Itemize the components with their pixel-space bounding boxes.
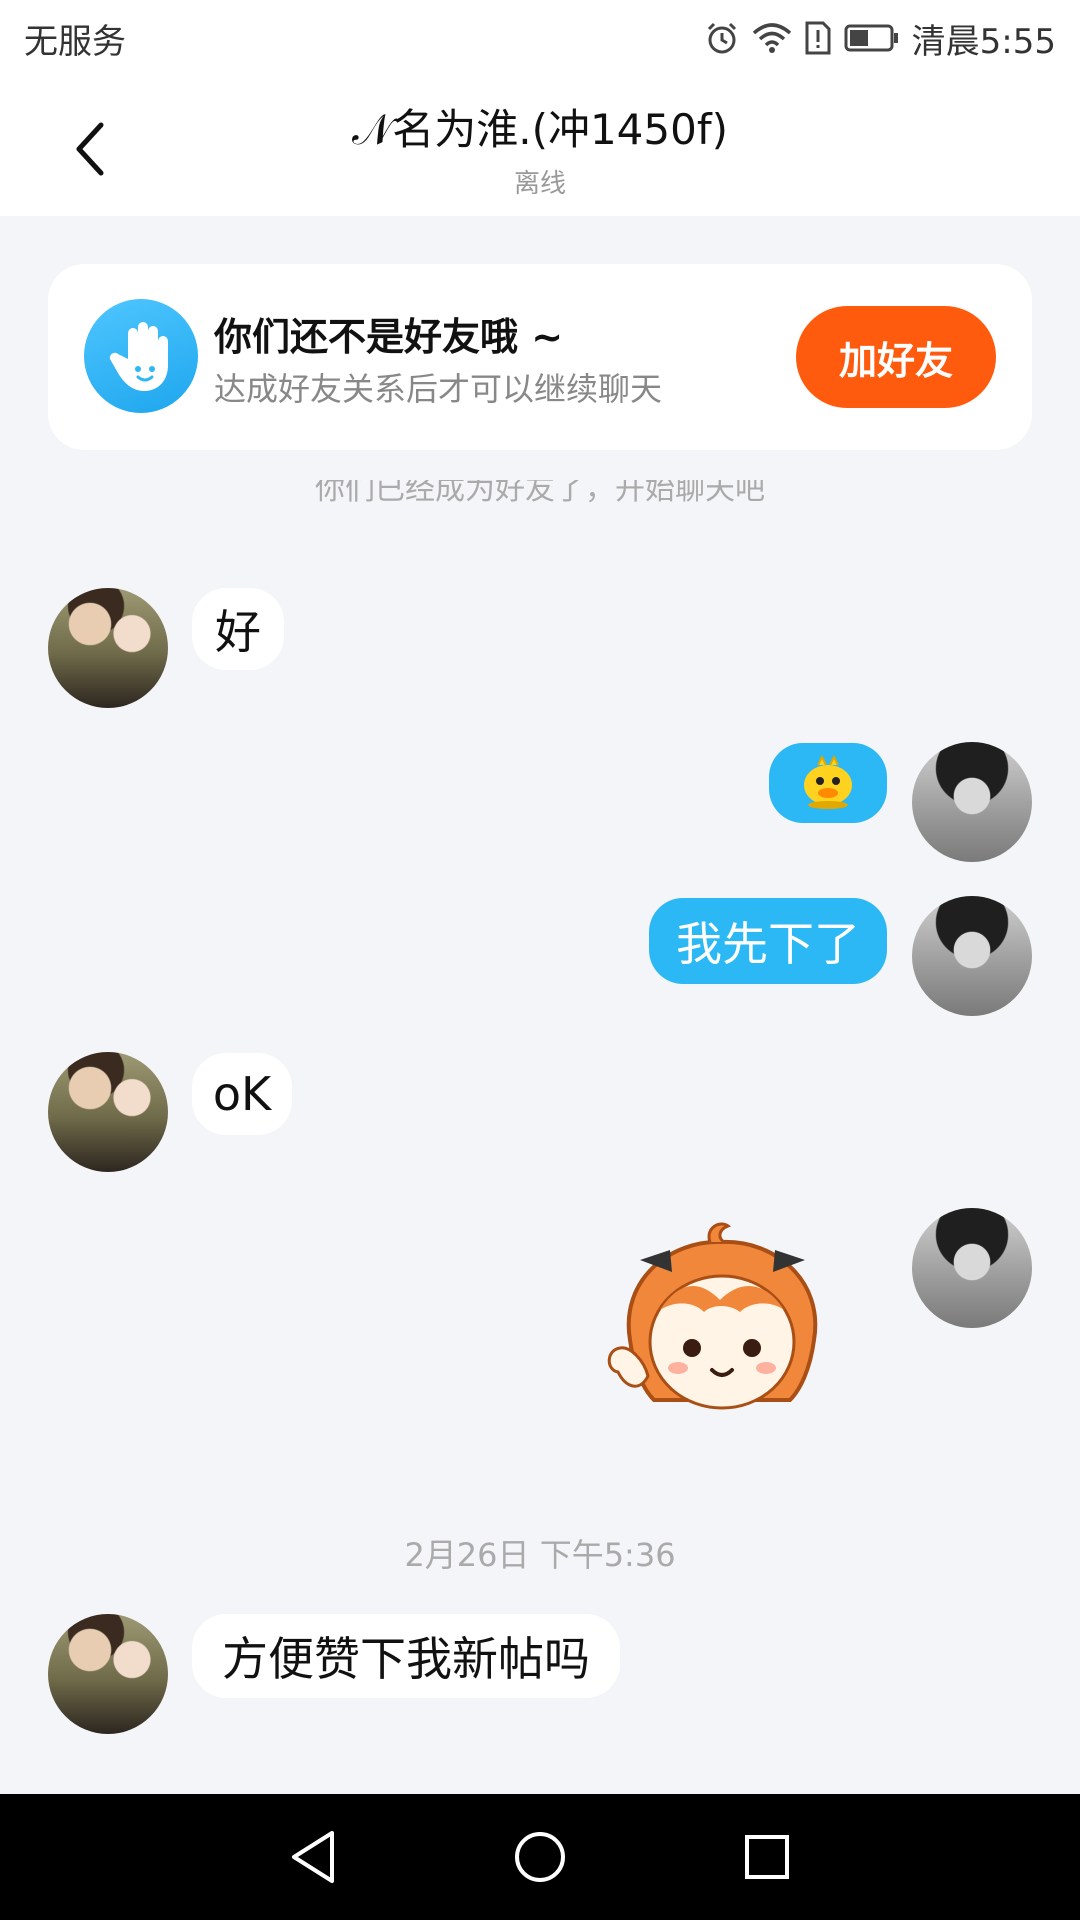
add-friend-button[interactable]: 加好友 — [796, 306, 996, 408]
self-avatar[interactable] — [912, 742, 1032, 862]
orange-hair-girl-sticker — [607, 1222, 818, 1410]
system-message: 你们已经成为好友了，开始聊天吧 — [315, 480, 765, 507]
alarm-icon — [704, 20, 740, 56]
clock: 清晨5:55 — [911, 21, 1056, 62]
circle-home-icon — [514, 1832, 565, 1882]
add-friend-prompt: 你们还不是好友哦 ~ 达成好友关系后才可以继续聊天 加好友 — [48, 264, 1032, 450]
wave-hand-icon — [84, 299, 198, 413]
chevron-left-icon — [76, 122, 104, 176]
friend-prompt-title: 你们还不是好友哦 ~ — [214, 315, 564, 359]
nav-home-button[interactable] — [490, 1807, 590, 1907]
triangle-back-icon — [292, 1831, 335, 1883]
message-bubble-incoming[interactable]: oK — [192, 1053, 292, 1135]
nav-recents-button[interactable] — [717, 1807, 817, 1907]
contact-avatar[interactable] — [48, 1052, 168, 1172]
battery-icon — [844, 23, 900, 53]
carrier-label: 无服务 — [24, 21, 126, 62]
message-bubble-outgoing[interactable] — [769, 743, 887, 823]
status-icons: 清晨5:55 — [704, 14, 1056, 63]
sticker-message[interactable] — [600, 1220, 845, 1420]
back-button[interactable] — [60, 114, 120, 184]
message-timestamp: 2月26日 下午5:36 — [404, 1536, 676, 1574]
online-status: 离线 — [513, 169, 566, 199]
self-avatar[interactable] — [912, 896, 1032, 1016]
wifi-icon — [752, 21, 792, 55]
contact-avatar[interactable] — [48, 1614, 168, 1734]
friend-prompt-subtitle: 达成好友关系后才可以继续聊天 — [214, 370, 663, 408]
contact-avatar[interactable] — [48, 588, 168, 708]
nav-back-button[interactable] — [263, 1807, 363, 1907]
sim-alert-icon — [804, 20, 832, 56]
system-nav-bar — [0, 1794, 1080, 1920]
square-recents-icon — [744, 1835, 789, 1879]
duck-emoji-icon — [804, 755, 852, 809]
system-message-container: 你们已经成为好友了，开始聊天吧 — [0, 480, 1080, 516]
self-avatar[interactable] — [912, 1208, 1032, 1328]
contact-name[interactable]: 𝒩名为淮.(冲1450f) — [200, 96, 880, 157]
status-bar: 无服务 清晨5:55 — [0, 0, 1080, 76]
message-bubble-outgoing[interactable]: 我先下了 — [649, 898, 887, 984]
chat-header: 𝒩名为淮.(冲1450f) 离线 — [0, 76, 1080, 216]
message-bubble-incoming[interactable]: 好 — [192, 588, 284, 670]
message-bubble-incoming[interactable]: 方便赞下我新帖吗 — [192, 1614, 620, 1698]
